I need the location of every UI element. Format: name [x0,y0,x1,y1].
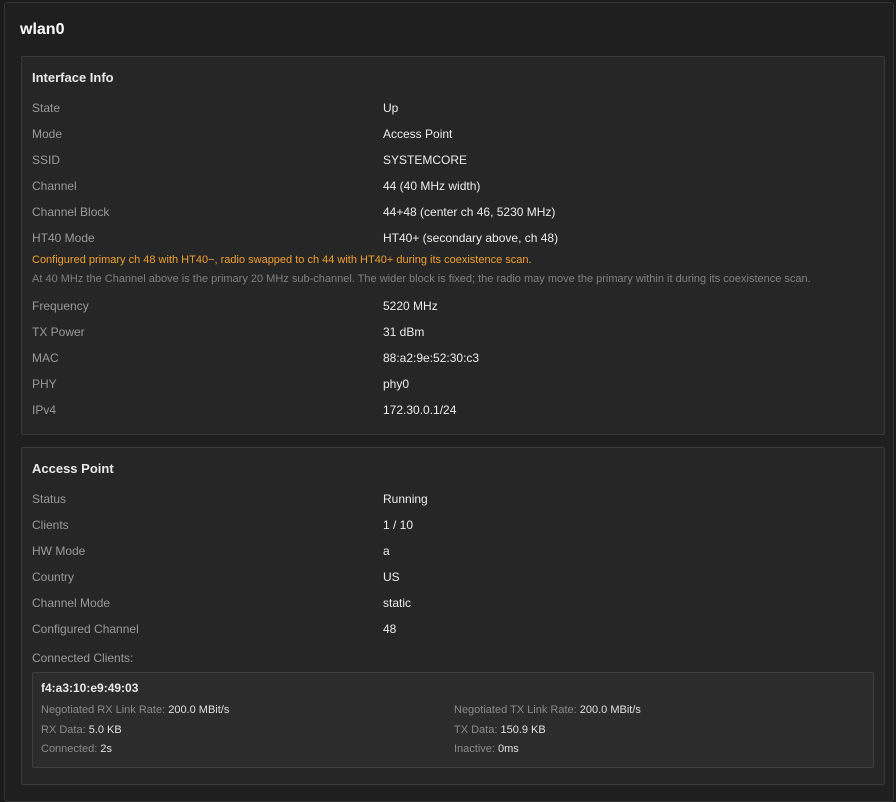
channel-note: At 40 MHz the Channel above is the prima… [32,273,811,285]
info-row-ssid: SSID SYSTEMCORE [32,153,872,173]
ap-key: Configured Channel [32,622,139,636]
ap-value: a [383,544,390,558]
info-key: State [32,101,61,115]
ap-value: US [383,570,400,584]
channel-swap-warning: Configured primary ch 48 with HT40−, rad… [32,254,532,266]
info-row-ht40-mode: HT40 Mode HT40+ (secondary above, ch 48) [32,231,872,251]
client-inactive: Inactive: 0ms [454,743,519,755]
client-mac: f4:a3:10:e9:49:03 [41,681,139,695]
client-rx-data-value: 5.0 KB [88,724,122,736]
client-inactive-label: Inactive: [454,743,495,755]
ap-row-country: Country US [32,570,872,590]
client-rx-data-label: RX Data: [41,724,86,736]
info-value: 88:a2:9e:52:30:c3 [383,351,480,365]
client-rx-rate-value: 200.0 MBit/s [168,704,230,716]
info-row-frequency: Frequency 5220 MHz [32,299,872,319]
ap-value: 48 [383,622,397,636]
ap-row-hw-mode: HW Mode a [32,544,872,564]
info-row-phy: PHY phy0 [32,377,872,397]
ap-key: Status [32,492,67,506]
info-value: 31 dBm [383,325,425,339]
info-key: HT40 Mode [32,231,95,245]
ap-row-channel-mode: Channel Mode static [32,596,872,616]
info-value: 44 (40 MHz width) [383,179,481,193]
client-rx-data: RX Data: 5.0 KB [41,724,122,736]
info-value: Access Point [383,127,453,141]
ap-key: Country [32,570,75,584]
info-key: SSID [32,153,61,167]
info-key: Channel Block [32,205,110,219]
ap-value: 1 / 10 [383,518,414,532]
info-key: MAC [32,351,59,365]
client-tx-rate: Negotiated TX Link Rate: 200.0 MBit/s [454,704,641,716]
ap-row-clients: Clients 1 / 10 [32,518,872,538]
info-key: IPv4 [32,403,57,417]
info-row-tx-power: TX Power 31 dBm [32,325,872,345]
info-row-ipv4: IPv4 172.30.0.1/24 [32,403,872,423]
ap-row-status: Status Running [32,492,872,512]
ap-row-configured-channel: Configured Channel 48 [32,622,872,642]
ap-value: Running [383,492,428,506]
access-point-title: Access Point [32,461,114,476]
client-tx-rate-label: Negotiated TX Link Rate: [454,704,577,716]
info-value: SYSTEMCORE [383,153,468,167]
info-key: Frequency [32,299,89,313]
info-key: TX Power [32,325,85,339]
info-key: Channel [32,179,77,193]
access-point-panel: Access Point Status Running Clients 1 / … [21,447,885,785]
ap-value: static [383,596,412,610]
interface-info-panel: Interface Info State Up Mode Access Poin… [21,56,885,435]
client-tx-rate-value: 200.0 MBit/s [579,704,641,716]
client-connected-value: 2s [100,743,112,755]
client-tx-data-value: 150.9 KB [500,724,546,736]
client-card: f4:a3:10:e9:49:03 Negotiated RX Link Rat… [32,672,874,768]
client-connected: Connected: 2s [41,743,112,755]
info-value: 44+48 (center ch 46, 5230 MHz) [383,205,556,219]
info-key: Mode [32,127,63,141]
info-row-mac: MAC 88:a2:9e:52:30:c3 [32,351,872,371]
info-value: 5220 MHz [383,299,438,313]
ap-key: HW Mode [32,544,86,558]
client-rx-rate: Negotiated RX Link Rate: 200.0 MBit/s [41,704,229,716]
connected-clients-label: Connected Clients: [32,651,134,665]
ap-key: Clients [32,518,69,532]
client-tx-data: TX Data: 150.9 KB [454,724,546,736]
info-row-mode: Mode Access Point [32,127,872,147]
client-connected-label: Connected: [41,743,98,755]
client-tx-data-label: TX Data: [454,724,498,736]
client-inactive-value: 0ms [498,743,519,755]
info-row-channel: Channel 44 (40 MHz width) [32,179,872,199]
ap-key: Channel Mode [32,596,111,610]
info-key: PHY [32,377,57,391]
info-row-state: State Up [32,101,872,121]
info-value: 172.30.0.1/24 [383,403,457,417]
info-row-channel-block: Channel Block 44+48 (center ch 46, 5230 … [32,205,872,225]
interface-title: wlan0 [20,21,65,38]
interface-info-title: Interface Info [32,70,114,85]
info-value: Up [383,101,399,115]
client-rx-rate-label: Negotiated RX Link Rate: [41,704,166,716]
info-value: HT40+ (secondary above, ch 48) [383,231,559,245]
info-value: phy0 [383,377,410,391]
